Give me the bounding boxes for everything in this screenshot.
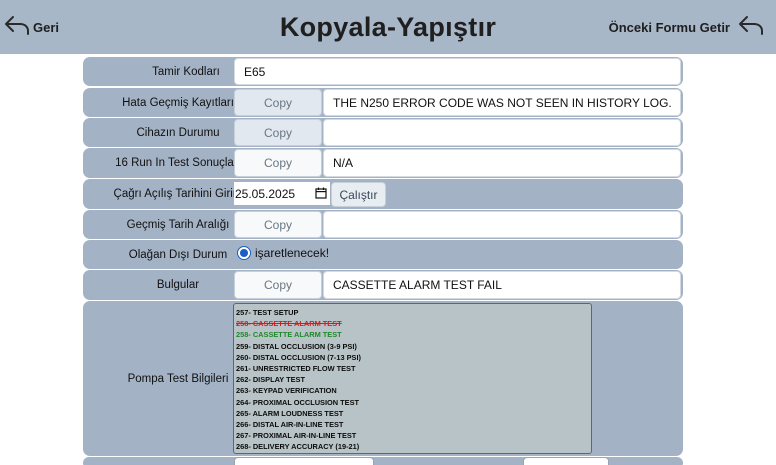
run-in-test-field[interactable]: N/A: [323, 149, 681, 177]
error-history-field[interactable]: THE N250 ERROR CODE WAS NOT SEEN IN HIST…: [323, 89, 681, 116]
call-open-date-input[interactable]: 25.05.2025: [234, 182, 330, 205]
call-open-date-value: 25.05.2025: [235, 186, 296, 201]
abnormal-status-option-label: işaretlenecek!: [255, 246, 330, 260]
pump-test-item[interactable]: 262- DISPLAY TEST: [236, 374, 591, 385]
pump-test-info-row: Pompa Test Bilgileri 257- TEST SETUP 258-…: [83, 301, 683, 456]
device-status-copy-button[interactable]: Copy: [234, 119, 322, 146]
pump-test-item[interactable]: 267- PROXIMAL AIR-IN-LINE TEST: [236, 430, 591, 441]
previous-form-button[interactable]: Önceki Formu Getir: [609, 14, 764, 41]
partial-field[interactable]: [234, 457, 374, 465]
run-in-test-copy-button[interactable]: Copy: [234, 149, 322, 177]
header-bar: Geri Kopyala-Yapıştır Önceki Formu Getir: [0, 0, 776, 54]
pump-test-item[interactable]: 263- KEYPAD VERIFICATION: [236, 385, 591, 396]
undo-arrow-icon: [738, 14, 764, 41]
pump-test-item[interactable]: 268- DELIVERY ACCURACY (19-21): [236, 441, 591, 452]
history-range-copy-button[interactable]: Copy: [234, 211, 322, 238]
error-history-row: Hata Geçmiş Kayıtları Copy THE N250 ERRO…: [83, 88, 683, 117]
findings-row: Bulgular Copy CASSETTE ALARM TEST FAIL: [83, 270, 683, 300]
pump-test-item[interactable]: 261- UNRESTRICTED FLOW TEST: [236, 363, 591, 374]
findings-field[interactable]: CASSETTE ALARM TEST FAIL: [323, 271, 681, 299]
previous-form-label: Önceki Formu Getir: [608, 20, 730, 35]
device-status-field[interactable]: [323, 119, 681, 146]
pump-test-item[interactable]: 257- TEST SETUP: [236, 307, 591, 318]
call-open-date-row: Çağrı Açılış Tarihini Girin! 25.05.2025 …: [83, 179, 683, 209]
run-in-test-row: 16 Run In Test Sonuçları Copy N/A: [83, 148, 683, 178]
findings-copy-button[interactable]: Copy: [234, 271, 322, 299]
calendar-icon[interactable]: [315, 187, 327, 202]
pump-test-item[interactable]: 266- DISTAL AIR-IN-LINE TEST: [236, 419, 591, 430]
pump-test-item[interactable]: 258- CASSETTE ALARM TEST: [236, 318, 591, 329]
device-status-row: Cihazın Durumu Copy: [83, 118, 683, 147]
pump-test-list[interactable]: 257- TEST SETUP 258- CASSETTE ALARM TEST 2…: [233, 303, 592, 454]
repair-codes-field[interactable]: E65: [234, 58, 681, 85]
next-row-partial: [83, 457, 683, 465]
pump-test-item[interactable]: 264- PROXIMAL OCCLUSION TEST: [236, 397, 591, 408]
error-history-copy-button[interactable]: Copy: [234, 89, 322, 116]
pump-test-item[interactable]: 258- CASSETTE ALARM TEST: [236, 329, 591, 340]
abnormal-status-radio-option[interactable]: işaretlenecek!: [237, 246, 329, 260]
pump-test-item[interactable]: 259- DISTAL OCCLUSION (3-9 PSI): [236, 341, 591, 352]
history-range-field[interactable]: [323, 211, 681, 238]
history-range-row: Geçmiş Tarih Aralığı Copy: [83, 210, 683, 239]
abnormal-status-radio[interactable]: [237, 246, 251, 260]
abnormal-status-row: Olağan Dışı Durum işaretlenecek!: [83, 240, 683, 269]
pump-test-item[interactable]: 260- DISTAL OCCLUSION (7-13 PSI): [236, 352, 591, 363]
run-button[interactable]: Çalıştır: [331, 182, 386, 207]
radio-selected-dot: [240, 249, 248, 257]
repair-codes-row: Tamir Kodları E65: [83, 57, 683, 86]
pump-test-item[interactable]: 265- ALARM LOUDNESS TEST: [236, 408, 591, 419]
partial-field[interactable]: [523, 457, 609, 465]
